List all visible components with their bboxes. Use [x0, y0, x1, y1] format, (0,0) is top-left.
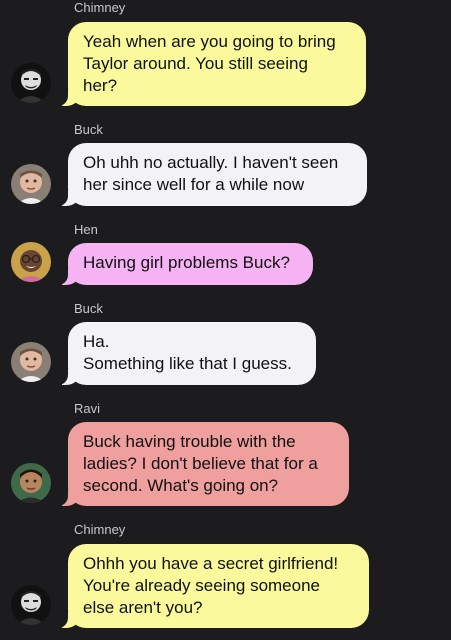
sender-name: Buck — [74, 301, 103, 316]
avatar-buck[interactable] — [11, 164, 51, 204]
avatar-chimney[interactable] — [11, 63, 51, 103]
message-bubble-buck[interactable]: Oh uhh no actually. I haven't seen her s… — [56, 143, 367, 206]
message-bubble-chimney[interactable]: Yeah when are you going to bring Taylor … — [56, 22, 366, 106]
avatar-buck-icon — [11, 164, 51, 204]
message-bubble-buck[interactable]: Ha. Something like that I guess. — [56, 322, 316, 385]
avatar-chimney-icon — [11, 63, 51, 103]
avatar-hen[interactable] — [11, 242, 51, 282]
sender-name: Chimney — [74, 522, 126, 537]
avatar-buck-icon — [11, 342, 51, 382]
message-bubble-hen[interactable]: Having girl problems Buck? — [56, 243, 313, 285]
avatar-hen-icon — [11, 242, 51, 282]
sender-name: Buck — [74, 122, 103, 137]
message-bubble-chimney[interactable]: Ohhh you have a secret girlfriend! You'r… — [56, 544, 369, 628]
avatar-chimney-icon — [11, 585, 51, 625]
avatar-ravi-icon — [11, 463, 51, 503]
avatar-ravi[interactable] — [11, 463, 51, 503]
message-thread[interactable]: Chimney Yeah when are you going to bring… — [0, 0, 451, 640]
message-bubble-ravi[interactable]: Buck having trouble with the ladies? I d… — [56, 422, 349, 506]
sender-name: Chimney — [74, 0, 126, 15]
avatar-chimney[interactable] — [11, 585, 51, 625]
sender-name: Ravi — [74, 401, 101, 416]
avatar-buck[interactable] — [11, 342, 51, 382]
sender-name: Hen — [74, 222, 98, 237]
